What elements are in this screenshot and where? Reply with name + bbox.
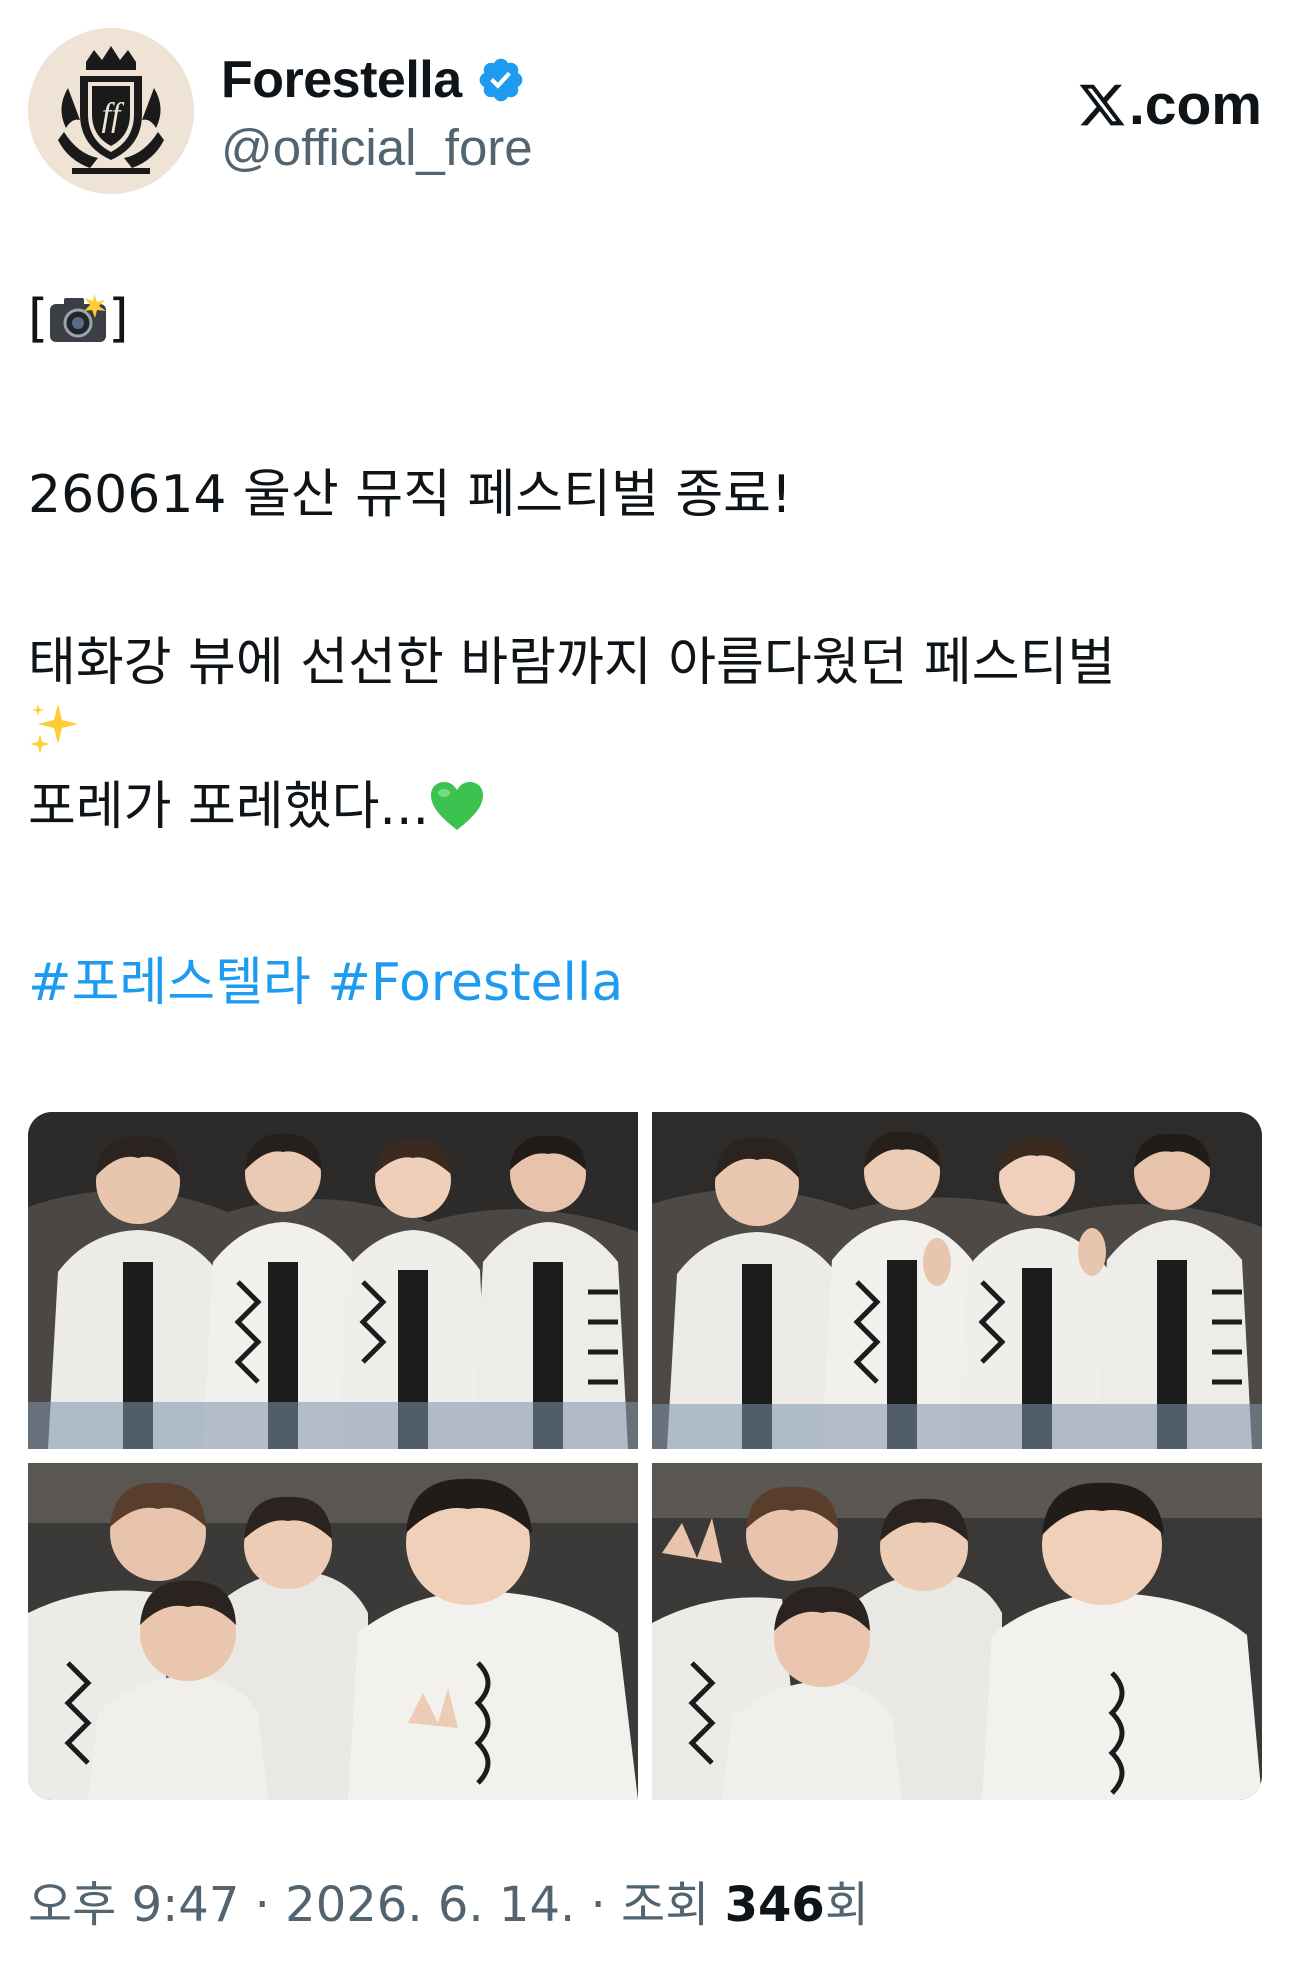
tweet-line-3-emoji	[28, 697, 1262, 773]
green-heart-icon	[429, 780, 485, 849]
views-count: 346	[724, 1877, 825, 1933]
tweet-meta: 오후 9:47 · 2026. 6. 14. · 조회 346회	[28, 1865, 869, 1935]
tweet-line-1: [ ]	[28, 285, 1262, 361]
hashtag-link[interactable]: #Forestella	[327, 953, 623, 1013]
site-brand[interactable]: .com	[1077, 72, 1262, 138]
meta-separator: ·	[254, 1877, 270, 1933]
meta-separator: ·	[590, 1877, 606, 1933]
tweet-time[interactable]: 오후 9:47	[28, 1877, 239, 1933]
tweet-date[interactable]: 2026. 6. 14.	[285, 1877, 575, 1933]
crest-logo-icon: ff	[28, 28, 194, 194]
media-grid	[28, 1112, 1262, 1800]
selfie-photo-1[interactable]	[28, 1463, 638, 1800]
handle[interactable]: @official_fore	[221, 118, 533, 177]
site-label: .com	[1128, 73, 1262, 137]
selfie-photo-2[interactable]	[652, 1463, 1262, 1800]
hashtag-link[interactable]: #포레스텔라	[28, 953, 311, 1013]
camera-with-flash-icon	[48, 292, 108, 361]
bracket-open: [	[28, 289, 49, 349]
tweet-line-4: 포레가 포레했다...	[28, 773, 1262, 849]
tweet-line-4-text: 포레가 포레했다...	[28, 777, 429, 837]
views-label: 조회	[621, 1877, 710, 1933]
tweet-line-3: 태화강 뷰에 선선한 바람까지 아름다웠던 페스티벌	[28, 633, 1116, 693]
sparkles-icon	[28, 700, 84, 773]
views-suffix: 회	[824, 1877, 869, 1933]
bracket-close: ]	[108, 289, 129, 349]
verified-badge-icon	[479, 58, 523, 102]
display-name[interactable]: Forestella	[221, 50, 462, 110]
tweet-line-2: 260614 울산 뮤직 페스티벌 종료!	[28, 465, 792, 525]
tweet-text: [ ] 260614 울산 뮤직 페스티벌 종료! 태화강 뷰에 선선한 바람까…	[28, 285, 1262, 1017]
group-photo-1[interactable]	[28, 1112, 638, 1449]
avatar[interactable]: ff	[28, 28, 194, 194]
tweet-header: ff Forestella @official_fore .com	[28, 28, 1262, 198]
hashtag-row: #포레스텔라 #Forestella	[28, 949, 1262, 1017]
x-logo-icon	[1079, 84, 1125, 126]
group-photo-2[interactable]	[652, 1112, 1262, 1449]
